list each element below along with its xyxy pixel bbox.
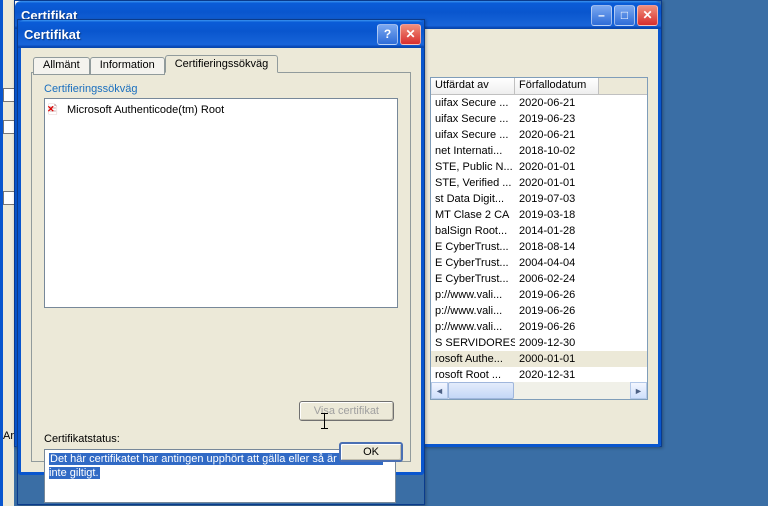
cell-issued-by: balSign Root... xyxy=(431,224,515,238)
cell-expiry: 2019-07-03 xyxy=(515,192,599,206)
table-row[interactable]: balSign Root...2014-01-28 xyxy=(431,223,647,239)
table-row[interactable]: rosoft Root ...2020-12-31 xyxy=(431,367,647,382)
table-row[interactable]: E CyberTrust...2004-04-04 xyxy=(431,255,647,271)
cell-issued-by: STE, Verified ... xyxy=(431,176,515,190)
table-row[interactable]: uifax Secure ...2020-06-21 xyxy=(431,127,647,143)
tab-general[interactable]: Allmänt xyxy=(33,57,90,75)
certificate-listview[interactable]: Utfärdat av Förfallodatum uifax Secure .… xyxy=(430,77,648,400)
table-row[interactable]: uifax Secure ...2020-06-21 xyxy=(431,95,647,111)
cell-expiry: 2020-06-21 xyxy=(515,128,599,142)
table-row[interactable]: E CyberTrust...2018-08-14 xyxy=(431,239,647,255)
cell-issued-by: net Internati... xyxy=(431,144,515,158)
cell-issued-by: E CyberTrust... xyxy=(431,240,515,254)
cert-status-label: Certifikatstatus: xyxy=(44,433,120,445)
dialog-title: Certifikat xyxy=(24,27,377,42)
table-row[interactable]: E CyberTrust...2006-02-24 xyxy=(431,271,647,287)
cell-expiry: 2019-03-18 xyxy=(515,208,599,222)
cell-expiry: 2019-06-26 xyxy=(515,304,599,318)
help-button[interactable]: ? xyxy=(377,24,398,45)
certificate-dialog: Certifikat ? ✕ Allmänt Information Certi… xyxy=(17,19,425,505)
cell-issued-by: uifax Secure ... xyxy=(431,112,515,126)
cell-expiry: 2020-01-01 xyxy=(515,176,599,190)
certpath-tree[interactable]: Microsoft Authenticode(tm) Root xyxy=(44,98,398,308)
table-row[interactable]: MT Clase 2 CA2019-03-18 xyxy=(431,207,647,223)
certpath-item-label: Microsoft Authenticode(tm) Root xyxy=(67,104,224,116)
close-button[interactable]: ✕ xyxy=(400,24,421,45)
cell-expiry: 2006-02-24 xyxy=(515,272,599,286)
cell-expiry: 2004-04-04 xyxy=(515,256,599,270)
cell-issued-by: p://www.vali... xyxy=(431,288,515,302)
cell-issued-by: rosoft Authe... xyxy=(431,352,515,366)
cert-status-text: Det här certifikatet har antingen upphör… xyxy=(49,453,383,479)
scroll-track[interactable] xyxy=(448,382,630,399)
cell-issued-by: rosoft Root ... xyxy=(431,368,515,382)
scroll-thumb[interactable] xyxy=(448,382,514,399)
cell-expiry: 2020-01-01 xyxy=(515,160,599,174)
column-issued-by[interactable]: Utfärdat av xyxy=(431,78,515,94)
cell-expiry: 2009-12-30 xyxy=(515,336,599,350)
cell-expiry: 2020-06-21 xyxy=(515,96,599,110)
table-row[interactable]: p://www.vali...2019-06-26 xyxy=(431,303,647,319)
table-row[interactable]: st Data Digit...2019-07-03 xyxy=(431,191,647,207)
ok-button[interactable]: OK xyxy=(339,442,403,462)
table-row[interactable]: p://www.vali...2019-06-26 xyxy=(431,287,647,303)
close-button[interactable]: ✕ xyxy=(637,5,658,26)
cell-expiry: 2000-01-01 xyxy=(515,352,599,366)
minimize-button[interactable]: – xyxy=(591,5,612,26)
dialog-titlebar[interactable]: Certifikat ? ✕ xyxy=(18,20,424,48)
table-row[interactable]: p://www.vali...2019-06-26 xyxy=(431,319,647,335)
view-certificate-button: Visa certifikat xyxy=(299,401,394,421)
cell-issued-by: p://www.vali... xyxy=(431,304,515,318)
certpath-group-label: Certifieringssökväg xyxy=(44,83,398,95)
table-row[interactable]: uifax Secure ...2019-06-23 xyxy=(431,111,647,127)
tab-panel-certpath: Certifieringssökväg Microsoft Authentico… xyxy=(31,72,411,462)
cell-issued-by: E CyberTrust... xyxy=(431,256,515,270)
cell-expiry: 2018-08-14 xyxy=(515,240,599,254)
cell-expiry: 2020-12-31 xyxy=(515,368,599,382)
cert-error-icon xyxy=(49,103,63,117)
cell-issued-by: E CyberTrust... xyxy=(431,272,515,286)
table-row[interactable]: STE, Public N...2020-01-01 xyxy=(431,159,647,175)
maximize-button[interactable]: □ xyxy=(614,5,635,26)
scroll-left-arrow[interactable]: ◄ xyxy=(431,382,448,399)
tab-information[interactable]: Information xyxy=(90,57,165,75)
cell-issued-by: uifax Secure ... xyxy=(431,96,515,110)
cell-expiry: 2019-06-26 xyxy=(515,288,599,302)
horizontal-scrollbar[interactable]: ◄ ► xyxy=(431,382,647,399)
cell-expiry: 2019-06-23 xyxy=(515,112,599,126)
cell-issued-by: S SERVIDORES xyxy=(431,336,515,350)
column-expiry[interactable]: Förfallodatum xyxy=(515,78,599,94)
cell-expiry: 2019-06-26 xyxy=(515,320,599,334)
scroll-right-arrow[interactable]: ► xyxy=(630,382,647,399)
list-header[interactable]: Utfärdat av Förfallodatum xyxy=(431,78,647,95)
cell-issued-by: uifax Secure ... xyxy=(431,128,515,142)
table-row[interactable]: rosoft Authe...2000-01-01 xyxy=(431,351,647,367)
certpath-item[interactable]: Microsoft Authenticode(tm) Root xyxy=(49,103,393,117)
table-row[interactable]: net Internati...2018-10-02 xyxy=(431,143,647,159)
cell-issued-by: p://www.vali... xyxy=(431,320,515,334)
cell-expiry: 2014-01-28 xyxy=(515,224,599,238)
cell-issued-by: STE, Public N... xyxy=(431,160,515,174)
cell-issued-by: st Data Digit... xyxy=(431,192,515,206)
truncated-label: Ar xyxy=(3,430,14,442)
tab-certpath[interactable]: Certifieringssökväg xyxy=(165,55,279,73)
table-row[interactable]: STE, Verified ...2020-01-01 xyxy=(431,175,647,191)
table-row[interactable]: S SERVIDORES2009-12-30 xyxy=(431,335,647,351)
cell-issued-by: MT Clase 2 CA xyxy=(431,208,515,222)
cell-expiry: 2018-10-02 xyxy=(515,144,599,158)
